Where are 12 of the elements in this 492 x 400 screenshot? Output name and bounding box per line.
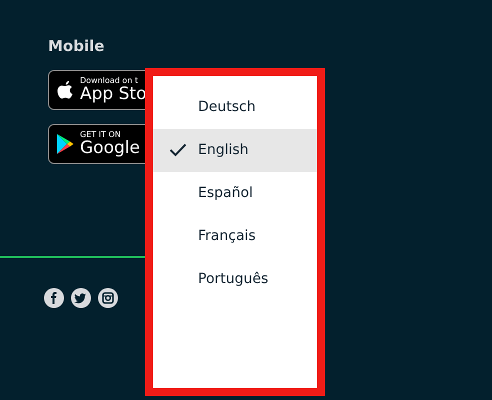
facebook-icon[interactable] bbox=[44, 288, 64, 308]
menu-item[interactable]: English bbox=[153, 129, 317, 172]
menu-item[interactable]: Français bbox=[153, 215, 317, 258]
menu-item[interactable]: Español bbox=[153, 172, 317, 215]
instagram-icon[interactable] bbox=[98, 288, 118, 308]
play-icon bbox=[55, 133, 75, 155]
apple-icon bbox=[55, 79, 75, 101]
checkmark-icon bbox=[169, 143, 187, 157]
section-title: Mobile bbox=[47, 36, 106, 56]
menu-item[interactable]: Português bbox=[153, 258, 317, 301]
twitter-icon[interactable] bbox=[71, 288, 91, 308]
menu-item[interactable]: Deutsch bbox=[153, 86, 317, 129]
